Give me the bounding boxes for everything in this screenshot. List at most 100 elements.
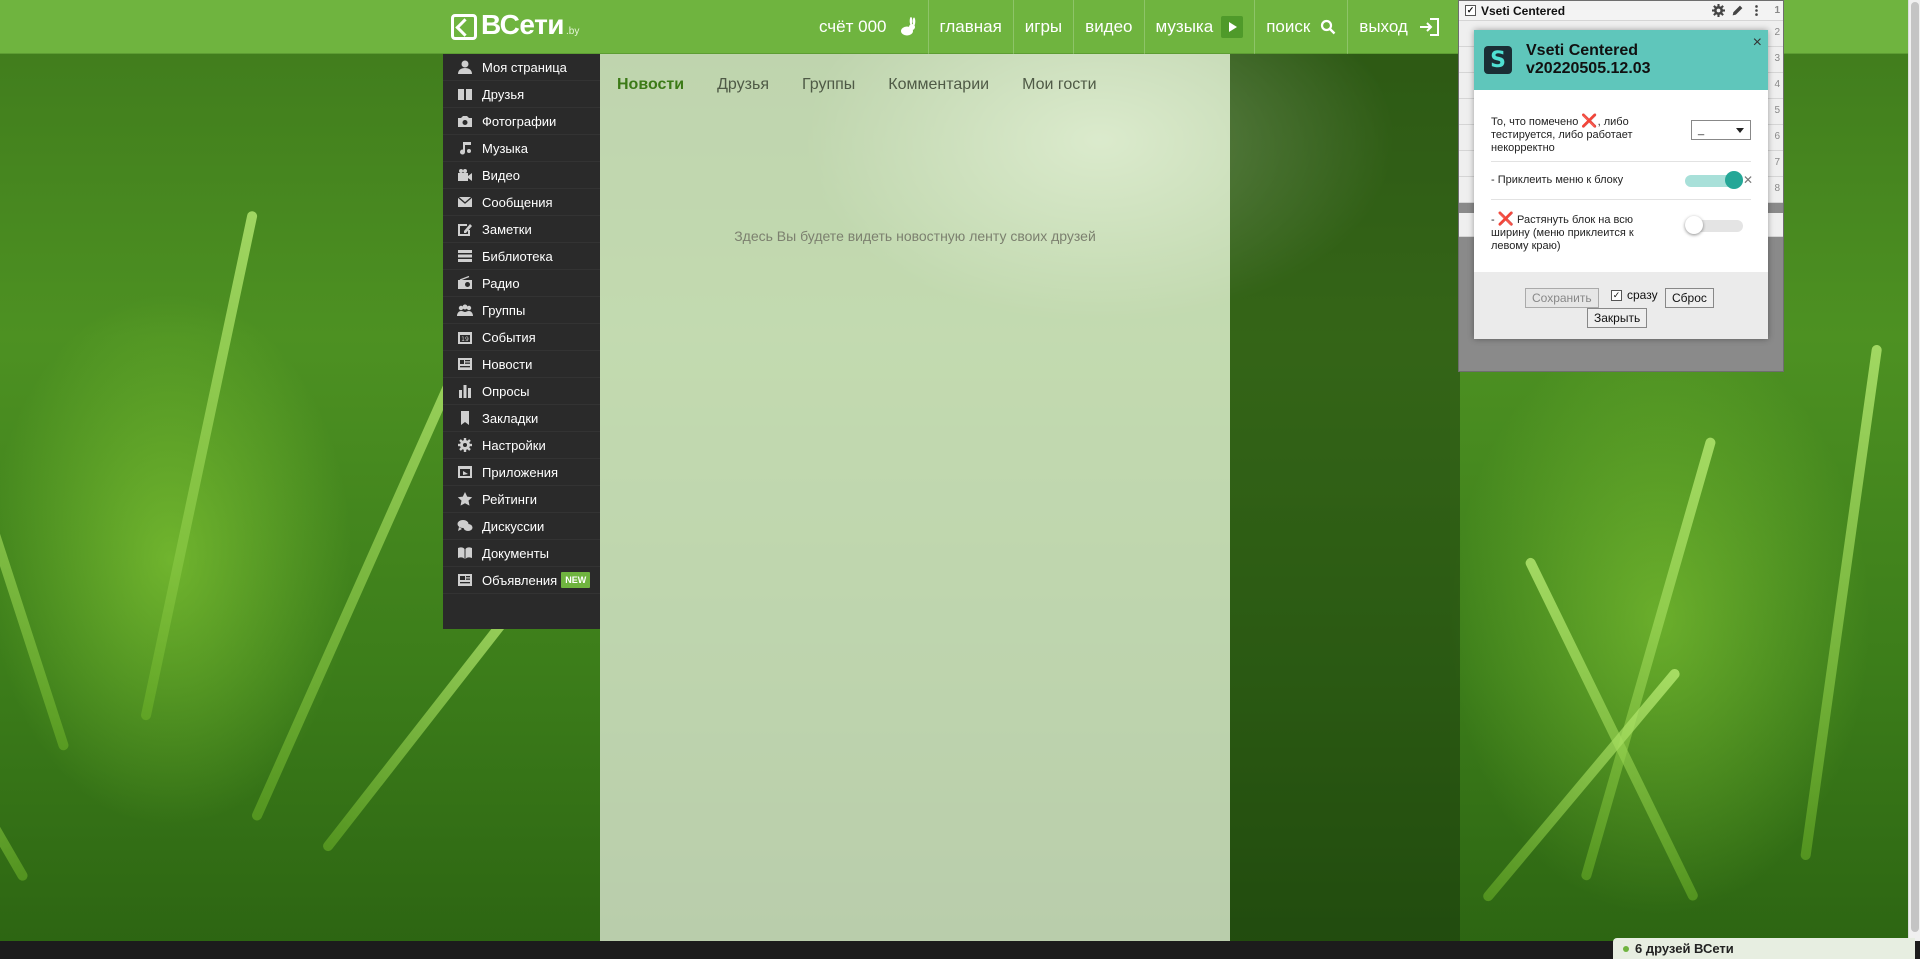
- red-x-icon: ❌: [1581, 113, 1598, 128]
- page-scrollbar[interactable]: [1908, 0, 1920, 941]
- script-tools: [1711, 3, 1763, 17]
- row-number: 1: [1774, 5, 1780, 16]
- tab-comments[interactable]: Комментарии: [888, 76, 989, 94]
- row-number: 8: [1774, 183, 1780, 194]
- row-number: 6: [1774, 131, 1780, 142]
- stretch-block-toggle[interactable]: [1685, 216, 1743, 234]
- sidebar-item-radio[interactable]: Радио: [443, 270, 600, 297]
- nav-home[interactable]: главная: [927, 0, 1013, 54]
- stick-menu-toggle[interactable]: [1685, 171, 1743, 189]
- tab-news[interactable]: Новости: [617, 76, 684, 94]
- sidebar-item-groups[interactable]: Группы: [443, 297, 600, 324]
- save-button[interactable]: Сохранить: [1525, 288, 1599, 308]
- sidebar-item-label: Опросы: [482, 383, 530, 399]
- sidebar-item-label: Приложения: [482, 464, 559, 480]
- red-x-icon: ❌: [1497, 211, 1514, 226]
- sidebar-item-messages[interactable]: Сообщения: [443, 189, 600, 216]
- toggle-knob: [1725, 171, 1743, 189]
- groups-icon: [457, 303, 473, 317]
- news-tabs: Новости Друзья Группы Комментарии Мои го…: [617, 76, 1130, 94]
- sidebar-item-settings[interactable]: Настройки: [443, 432, 600, 459]
- sidebar-item-library[interactable]: Библиотека: [443, 243, 600, 270]
- video-camera-icon: [457, 168, 473, 182]
- new-badge: NEW: [561, 572, 591, 588]
- close-button[interactable]: Закрыть: [1587, 308, 1648, 328]
- logo-icon: [451, 14, 477, 40]
- logo-text: ВСети: [481, 9, 565, 40]
- dialog-title: Vseti Centered v20220505.12.03: [1526, 42, 1651, 78]
- sidebar-item-label: Библиотека: [482, 248, 553, 264]
- row-number: 7: [1774, 157, 1780, 168]
- sidebar-item-bookmarks[interactable]: Закладки: [443, 405, 600, 432]
- sidebar-item-label: Радио: [482, 275, 520, 291]
- sidebar-item-friends[interactable]: Друзья: [443, 81, 600, 108]
- row-number: 5: [1774, 105, 1780, 116]
- sidebar-item-music[interactable]: Музыка: [443, 135, 600, 162]
- more-vertical-icon[interactable]: [1749, 3, 1763, 17]
- sidebar-item-ads[interactable]: Объявления NEW: [443, 567, 600, 594]
- rabbit-icon: [897, 17, 917, 37]
- sidebar-item-polls[interactable]: Опросы: [443, 378, 600, 405]
- gear-icon: [457, 438, 473, 452]
- score-label: счёт 000: [819, 17, 887, 36]
- nav-logout[interactable]: выход: [1347, 0, 1451, 54]
- sidebar-item-news[interactable]: Новости: [443, 351, 600, 378]
- friends-icon: [457, 87, 473, 101]
- sidebar-item-label: Музыка: [482, 140, 528, 156]
- sidebar-item-discussions[interactable]: Дискуссии: [443, 513, 600, 540]
- option-stretch-block: - ❌ Растянуть блок на всю ширину (меню п…: [1491, 200, 1751, 266]
- pencil-icon[interactable]: [1730, 3, 1744, 17]
- sidebar-item-apps[interactable]: Приложения: [443, 459, 600, 486]
- sidebar-item-label: Сообщения: [482, 194, 553, 210]
- immediately-label: сразу: [1627, 288, 1658, 302]
- option-select[interactable]: _: [1691, 120, 1751, 140]
- nav-search[interactable]: поиск: [1254, 0, 1347, 54]
- sidebar-item-ratings[interactable]: Рейтинги: [443, 486, 600, 513]
- nav-music-label: музыка: [1155, 17, 1214, 36]
- option-legend-text-a: То, что помечено: [1491, 116, 1579, 128]
- score-link[interactable]: счёт 000: [808, 0, 928, 54]
- gear-icon[interactable]: [1711, 3, 1725, 17]
- nav-video[interactable]: видео: [1073, 0, 1143, 54]
- tab-groups[interactable]: Группы: [802, 76, 855, 94]
- dialog-footer: Сохранить ✓ сразу Сброс Закрыть: [1474, 272, 1768, 339]
- user-icon: [457, 60, 473, 74]
- option-stretch-block-label: - ❌ Растянуть блок на всю ширину (меню п…: [1491, 212, 1656, 253]
- sidebar-item-documents[interactable]: Документы: [443, 540, 600, 567]
- left-sidebar: Моя страница Друзья Фотографии Музыка Ви…: [443, 54, 600, 629]
- sidebar-item-notes[interactable]: Заметки: [443, 216, 600, 243]
- scrollbar-thumb[interactable]: [1911, 2, 1919, 932]
- library-icon: [457, 249, 473, 263]
- newspaper-icon: [457, 357, 473, 371]
- edit-note-icon: [457, 222, 473, 236]
- tab-friends[interactable]: Друзья: [717, 76, 769, 94]
- script-logo-icon: S: [1484, 46, 1512, 74]
- dialog-title-version: v20220505.12.03: [1526, 60, 1651, 77]
- close-icon[interactable]: ×: [1753, 34, 1762, 52]
- script-row[interactable]: ✓ Vseti Centered 1: [1459, 1, 1783, 21]
- site-logo[interactable]: ВСети .by: [451, 10, 579, 40]
- play-icon[interactable]: [1221, 16, 1244, 38]
- sidebar-item-label: Группы: [482, 302, 526, 318]
- immediately-option[interactable]: ✓ сразу: [1611, 288, 1658, 302]
- sidebar-item-video[interactable]: Видео: [443, 162, 600, 189]
- search-icon: [1320, 19, 1336, 35]
- friends-online-bar[interactable]: 6 друзей ВСети: [1613, 938, 1915, 959]
- sidebar-item-events[interactable]: 19 События: [443, 324, 600, 351]
- nav-games[interactable]: игры: [1012, 0, 1073, 54]
- sidebar-item-my-page[interactable]: Моя страница: [443, 54, 600, 81]
- reset-button[interactable]: Сброс: [1665, 288, 1714, 308]
- script-enabled-checkbox[interactable]: ✓: [1465, 5, 1476, 16]
- close-icon[interactable]: ✕: [1743, 174, 1753, 187]
- tab-my-guests[interactable]: Мои гости: [1022, 76, 1096, 94]
- option-stick-menu: - Приклеить меню к блоку ✕: [1491, 162, 1753, 200]
- nav-music[interactable]: музыка: [1143, 0, 1255, 54]
- sidebar-item-photos[interactable]: Фотографии: [443, 108, 600, 135]
- row-number: 3: [1774, 53, 1780, 64]
- sidebar-item-label: Настройки: [482, 437, 546, 453]
- row-number: 2: [1774, 27, 1780, 38]
- nav-search-label: поиск: [1266, 17, 1311, 36]
- logout-icon: [1418, 17, 1440, 37]
- immediately-checkbox[interactable]: ✓: [1611, 289, 1622, 301]
- sidebar-item-label: События: [482, 329, 536, 345]
